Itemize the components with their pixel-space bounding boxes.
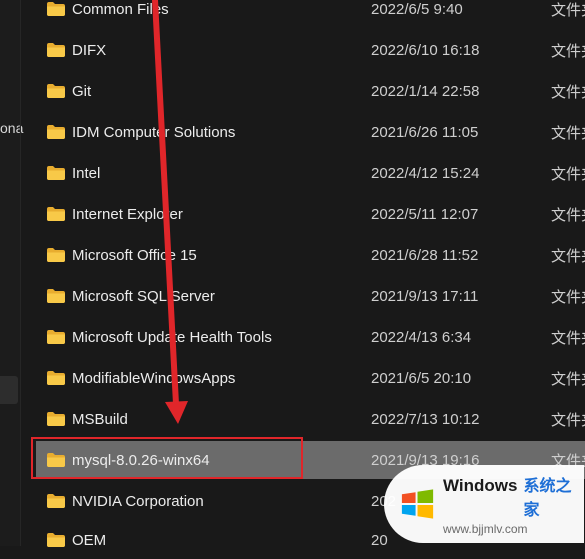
file-row[interactable]: Git 2022/1/14 22:58 文件夹 <box>38 72 585 110</box>
file-type: 文件夹 <box>551 206 585 224</box>
watermark-url: www.bjjmlv.com <box>443 522 528 536</box>
file-type: 文件夹 <box>551 288 585 306</box>
folder-icon <box>47 371 65 385</box>
file-type: 文件夹 <box>551 1 585 19</box>
file-type: 文件夹 <box>551 124 585 142</box>
folder-icon <box>47 207 65 221</box>
file-name: MSBuild <box>72 410 128 428</box>
file-row[interactable]: Internet Explorer 2022/5/11 12:07 文件夹 <box>38 195 585 233</box>
nav-selected-item[interactable] <box>0 376 18 404</box>
file-date: 2021/6/28 11:52 <box>371 246 479 264</box>
file-type: 文件夹 <box>551 411 585 429</box>
file-row[interactable]: Intel 2022/4/12 15:24 文件夹 <box>38 154 585 192</box>
file-date: 2022/4/12 15:24 <box>371 164 480 182</box>
folder-icon <box>47 125 65 139</box>
folder-icon <box>47 248 65 262</box>
file-type: 文件夹 <box>551 165 585 183</box>
file-date: 2021/6/26 11:05 <box>371 123 479 141</box>
file-row[interactable]: IDM Computer Solutions 2021/6/26 11:05 文件夹 <box>38 113 585 151</box>
file-date: 2022/6/5 9:40 <box>371 0 463 18</box>
file-row[interactable]: DIFX 2022/6/10 16:18 文件夹 <box>38 31 585 69</box>
file-date: 2022/4/13 6:34 <box>371 328 472 346</box>
folder-icon <box>47 289 65 303</box>
folder-icon <box>47 330 65 344</box>
site-watermark: Windows 系统之家 www.bjjmlv.com <box>384 465 584 543</box>
file-name: Microsoft Update Health Tools <box>72 328 272 346</box>
file-row[interactable]: MSBuild 2022/7/13 10:12 文件夹 <box>38 400 585 438</box>
file-name: Microsoft Office 15 <box>72 246 197 264</box>
file-name: ModifiableWindowsApps <box>72 369 236 387</box>
file-name: Internet Explorer <box>72 205 183 223</box>
file-date: 2021/9/13 17:11 <box>371 287 479 305</box>
file-row[interactable]: ModifiableWindowsApps 2021/6/5 20:10 文件夹 <box>38 359 585 397</box>
folder-icon <box>47 84 65 98</box>
file-date: 2022/6/10 16:18 <box>371 41 480 59</box>
folder-icon <box>47 43 65 57</box>
file-row[interactable]: Microsoft Office 15 2021/6/28 11:52 文件夹 <box>38 236 585 274</box>
file-row[interactable]: Common Files 2022/6/5 9:40 文件夹 <box>38 0 585 28</box>
file-type: 文件夹 <box>551 329 585 347</box>
file-name: Common Files <box>72 0 169 18</box>
watermark-cn: 系统之家 <box>523 478 572 519</box>
file-type: 文件夹 <box>551 83 585 101</box>
file-name: Intel <box>72 164 101 182</box>
file-date: 2022/5/11 12:07 <box>371 205 479 223</box>
file-date: 2021/6/5 20:10 <box>371 369 472 387</box>
folder-icon <box>47 166 65 180</box>
folder-icon <box>47 2 65 16</box>
navigation-pane: ona <box>0 0 23 546</box>
file-row[interactable]: Microsoft SQL Server 2021/9/13 17:11 文件夹 <box>38 277 585 315</box>
file-row[interactable]: Microsoft Update Health Tools 2022/4/13 6… <box>38 318 585 356</box>
folder-icon <box>47 453 65 467</box>
file-date: 2022/7/13 10:12 <box>371 410 480 428</box>
pane-divider[interactable] <box>20 0 21 546</box>
file-name: Microsoft SQL Server <box>72 287 215 305</box>
folder-icon <box>47 412 65 426</box>
file-name: DIFX <box>72 41 107 59</box>
file-type: 文件夹 <box>551 42 585 60</box>
file-type: 文件夹 <box>551 247 585 265</box>
file-name: IDM Computer Solutions <box>72 123 236 141</box>
watermark-brand: Windows <box>443 476 518 495</box>
folder-icon <box>47 533 65 547</box>
windows-logo-icon <box>401 489 434 519</box>
file-name: Git <box>72 82 92 100</box>
file-name: NVIDIA Corporation <box>72 492 204 510</box>
folder-icon <box>47 494 65 508</box>
file-type: 文件夹 <box>551 370 585 388</box>
file-date: 2022/1/14 22:58 <box>371 82 480 100</box>
file-name: mysql-8.0.26-winx64 <box>72 451 210 469</box>
